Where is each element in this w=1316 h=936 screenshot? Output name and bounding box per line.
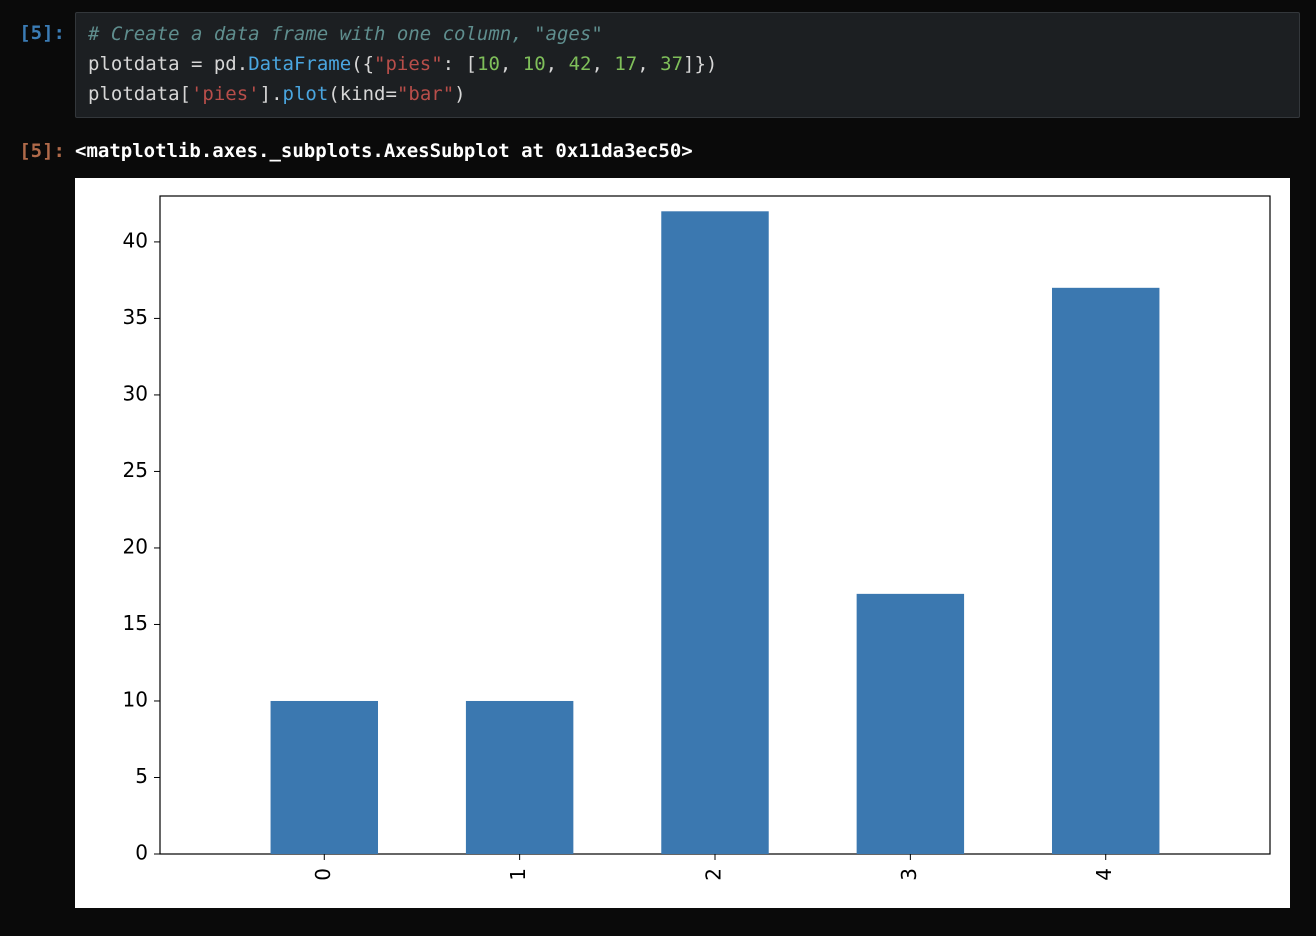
output-prompt: [5]: xyxy=(0,130,75,166)
y-tick-label: 10 xyxy=(123,687,148,711)
notebook: [5]: # Create a data frame with one colu… xyxy=(0,0,1316,912)
y-tick-label: 5 xyxy=(135,764,148,788)
plot-output: 0 5 10 15 20 25 30 35 40 0 1 2 3 4 xyxy=(75,178,1300,912)
code-token: ) xyxy=(454,83,465,105)
bar xyxy=(857,594,964,854)
code-token: kind xyxy=(340,83,386,105)
code-token: : [ xyxy=(443,53,477,75)
bar xyxy=(271,701,378,854)
code-token: plotdata xyxy=(88,83,180,105)
y-tick-label: 35 xyxy=(123,305,148,329)
output-cell: [5]: <matplotlib.axes._subplots.AxesSubp… xyxy=(0,130,1300,166)
code-token: ]}) xyxy=(683,53,717,75)
input-cell: [5]: # Create a data frame with one colu… xyxy=(0,12,1300,118)
code-editor[interactable]: # Create a data frame with one column, "… xyxy=(75,12,1300,118)
output-repr: <matplotlib.axes._subplots.AxesSubplot a… xyxy=(75,130,1300,166)
code-token: 10 xyxy=(523,53,546,75)
y-tick-label: 30 xyxy=(123,381,148,405)
code-comment: # Create a data frame with one column, "… xyxy=(88,23,603,45)
x-tick-label: 4 xyxy=(1092,868,1116,881)
code-token: 42 xyxy=(569,53,592,75)
code-token: "bar" xyxy=(397,83,454,105)
y-tick-label: 40 xyxy=(123,228,148,252)
code-token: "pies" xyxy=(374,53,443,75)
code-token: . xyxy=(237,53,248,75)
x-tick-label: 1 xyxy=(506,868,530,881)
y-tick-label: 0 xyxy=(135,841,148,865)
code-token: ] xyxy=(260,83,271,105)
bar-chart: 0 5 10 15 20 25 30 35 40 0 1 2 3 4 xyxy=(75,178,1290,908)
code-token: , xyxy=(591,53,614,75)
y-tick-label: 20 xyxy=(123,534,148,558)
code-token: 17 xyxy=(614,53,637,75)
x-tick-label: 0 xyxy=(311,868,335,881)
code-token: , xyxy=(500,53,523,75)
x-tick-label: 2 xyxy=(702,868,726,881)
code-token: . xyxy=(271,83,282,105)
code-token: , xyxy=(546,53,569,75)
bar xyxy=(1052,288,1159,854)
code-token: 37 xyxy=(660,53,683,75)
code-token: DataFrame xyxy=(248,53,351,75)
code-token: = xyxy=(386,83,397,105)
code-token: plot xyxy=(283,83,329,105)
bar xyxy=(466,701,573,854)
code-token: ({ xyxy=(351,53,374,75)
code-token: = xyxy=(180,53,214,75)
code-token: , xyxy=(637,53,660,75)
code-token: [ xyxy=(180,83,191,105)
y-tick-label: 25 xyxy=(123,458,148,482)
y-tick-label: 15 xyxy=(123,611,148,635)
input-prompt: [5]: xyxy=(0,12,75,48)
code-token: 10 xyxy=(477,53,500,75)
bar xyxy=(661,211,768,854)
code-token: ( xyxy=(328,83,339,105)
code-token: pd xyxy=(214,53,237,75)
x-tick-label: 3 xyxy=(897,868,921,881)
code-token: plotdata xyxy=(88,53,180,75)
code-token: 'pies' xyxy=(191,83,260,105)
